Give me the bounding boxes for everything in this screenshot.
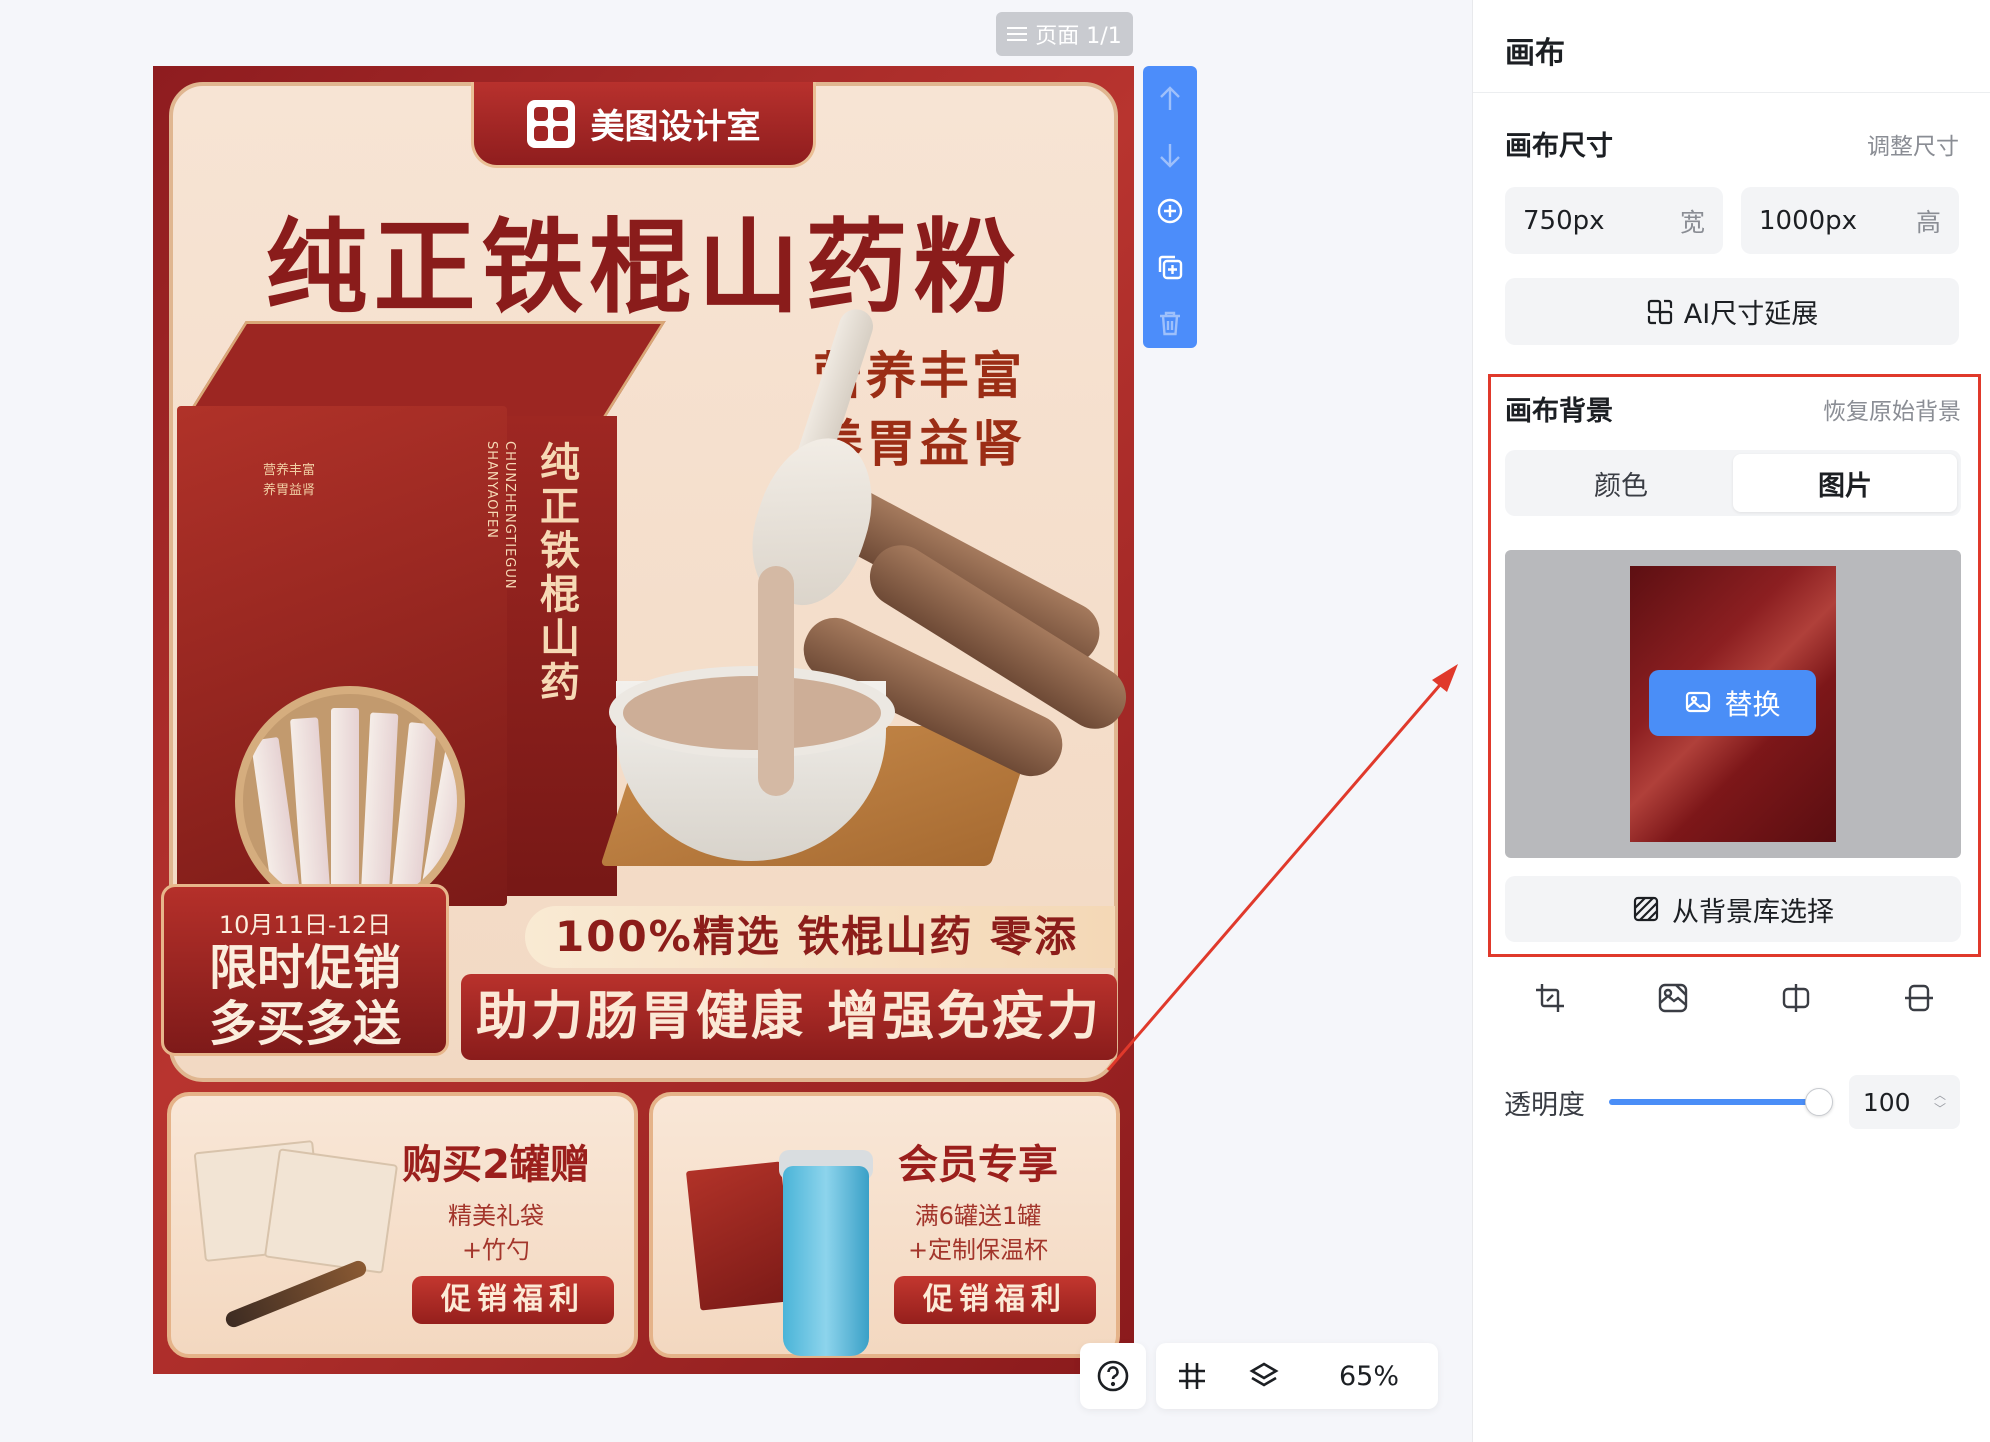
wooden-spoon-image xyxy=(223,1258,369,1330)
opacity-slider[interactable] xyxy=(1608,1088,1833,1116)
height-value: 1000px xyxy=(1759,205,1858,236)
stepper-icon[interactable]: ︿ ﹀ xyxy=(1934,1089,1946,1115)
list-icon xyxy=(1007,26,1028,42)
background-type-tabs: 颜色 图片 xyxy=(1505,450,1961,516)
promo-card-title: 会员专享 xyxy=(898,1142,1058,1188)
page-indicator[interactable]: 页面 1/1 xyxy=(996,12,1133,56)
help-button[interactable] xyxy=(1080,1343,1146,1409)
canvas-workspace: 页面 1/1 美图设计室 纯正铁棍山药粉 营养丰富 养胃益肾 营养丰富 养胃益肾… xyxy=(0,0,1472,1442)
image-tools-row xyxy=(1488,970,1981,1026)
panel-title: 画布 xyxy=(1473,0,1990,93)
zoom-bar: 65% xyxy=(1156,1343,1438,1409)
opacity-row: 透明度 100 ︿ ﹀ xyxy=(1504,1075,1960,1129)
box-side-pinyin: CHUNZHENGTIEGUN SHANYAOFEN xyxy=(484,441,517,590)
box-front-text: 营养丰富 养胃益肾 xyxy=(263,463,316,498)
brand-tab: 美图设计室 xyxy=(471,82,816,168)
resize-link[interactable]: 调整尺寸 xyxy=(1867,127,1959,161)
move-up-icon[interactable] xyxy=(1153,80,1187,118)
move-down-icon[interactable] xyxy=(1153,136,1187,174)
benefit-strip[interactable]: 助力肠胃健康 增强免疫力 xyxy=(461,974,1117,1060)
promo-card-title: 购买2罐赠 xyxy=(402,1142,590,1188)
opacity-value: 100 xyxy=(1862,1087,1911,1117)
layers-button[interactable] xyxy=(1228,1343,1300,1409)
zoom-level[interactable]: 65% xyxy=(1300,1361,1438,1392)
brand-logo-icon xyxy=(526,99,575,148)
promo-line-2: 多买多送 xyxy=(208,996,401,1052)
help-icon xyxy=(1097,1360,1129,1392)
adjust-button[interactable] xyxy=(1643,970,1703,1026)
add-page-icon[interactable] xyxy=(1153,192,1187,230)
layers-icon xyxy=(1249,1362,1279,1387)
promo-card-line: 满6罐送1罐 xyxy=(914,1202,1042,1230)
promo-card-button[interactable]: 促销福利 xyxy=(412,1276,614,1324)
flip-vertical-icon xyxy=(1905,984,1934,1012)
ai-resize-label: AI尺寸延展 xyxy=(1683,299,1819,330)
image-replace-icon xyxy=(1686,691,1711,713)
promo-date: 10月11日-12日 xyxy=(218,911,392,939)
height-unit: 高 xyxy=(1915,207,1941,237)
page-indicator-label: 页面 1/1 xyxy=(1035,24,1122,49)
canvas-size-section: 画布尺寸 调整尺寸 750px 宽 1000px 高 AI尺寸延展 xyxy=(1505,124,1959,345)
date-promo-badge[interactable]: 10月11日-12日 限时促销 多买多送 xyxy=(161,884,449,1056)
promo-card-line: +竹勺 xyxy=(461,1236,531,1264)
promo-line-1: 限时促销 xyxy=(208,940,401,996)
poster-canvas[interactable]: 美图设计室 纯正铁棍山药粉 营养丰富 养胃益肾 营养丰富 养胃益肾 CHUNZH… xyxy=(153,66,1134,1374)
box-side-text: 纯正铁棍山药 xyxy=(533,441,579,705)
crop-button[interactable] xyxy=(1520,970,1580,1026)
brand-name: 美图设计室 xyxy=(590,107,761,147)
ai-resize-button[interactable]: AI尺寸延展 xyxy=(1505,278,1959,345)
opacity-label: 透明度 xyxy=(1504,1089,1585,1121)
grid-icon xyxy=(1179,1363,1205,1389)
restore-background-link[interactable]: 恢复原始背景 xyxy=(1823,392,1961,426)
opacity-input[interactable]: 100 ︿ ﹀ xyxy=(1848,1075,1960,1129)
ai-resize-icon xyxy=(1647,299,1672,324)
promo-card-line: +定制保温杯 xyxy=(907,1236,1049,1264)
height-field[interactable]: 1000px 高 xyxy=(1741,187,1959,254)
tab-color[interactable]: 颜色 xyxy=(1509,454,1733,512)
crop-icon xyxy=(1535,984,1564,1012)
flip-horizontal-icon xyxy=(1782,984,1810,1012)
delete-page-icon[interactable] xyxy=(1153,304,1187,342)
promo-card-line: 精美礼袋 xyxy=(448,1202,544,1230)
background-preview: 替换 xyxy=(1505,550,1961,858)
width-value: 750px xyxy=(1523,205,1605,236)
page-toolbar xyxy=(1143,66,1197,348)
duplicate-page-icon[interactable] xyxy=(1153,248,1187,286)
promo-card-gift[interactable]: 购买2罐赠 精美礼袋 +竹勺 促销福利 xyxy=(167,1092,638,1358)
canvas-background-section: 画布背景 恢复原始背景 颜色 图片 替换 从背景库选择 xyxy=(1488,374,1981,957)
powder-sticks-image xyxy=(235,686,465,916)
canvas-background-title: 画布背景 xyxy=(1505,396,1613,427)
pattern-icon xyxy=(1633,896,1659,922)
width-field[interactable]: 750px 宽 xyxy=(1505,187,1723,254)
promo-card-member[interactable]: 会员专享 满6罐送1罐 +定制保温杯 促销福利 xyxy=(649,1092,1120,1358)
flip-vertical-button[interactable] xyxy=(1889,970,1949,1026)
promo-card-button[interactable]: 促销福利 xyxy=(894,1276,1096,1324)
image-adjust-icon xyxy=(1658,983,1688,1013)
canvas-size-title: 画布尺寸 xyxy=(1505,131,1613,162)
background-library-button[interactable]: 从背景库选择 xyxy=(1505,876,1961,942)
opacity-slider-handle[interactable] xyxy=(1804,1088,1833,1116)
feature-strip[interactable]: 100%精选 铁棍山药 零添加 xyxy=(525,906,1115,1023)
replace-button[interactable]: 替换 xyxy=(1649,670,1816,736)
poster-title[interactable]: 纯正铁棍山药粉 xyxy=(153,186,1134,333)
grid-button[interactable] xyxy=(1156,1343,1228,1409)
width-unit: 宽 xyxy=(1679,207,1705,237)
background-library-label: 从背景库选择 xyxy=(1672,896,1834,928)
flip-horizontal-button[interactable] xyxy=(1766,970,1826,1026)
tab-image[interactable]: 图片 xyxy=(1733,454,1957,512)
product-box-image xyxy=(685,1161,796,1311)
replace-label: 替换 xyxy=(1724,688,1781,721)
